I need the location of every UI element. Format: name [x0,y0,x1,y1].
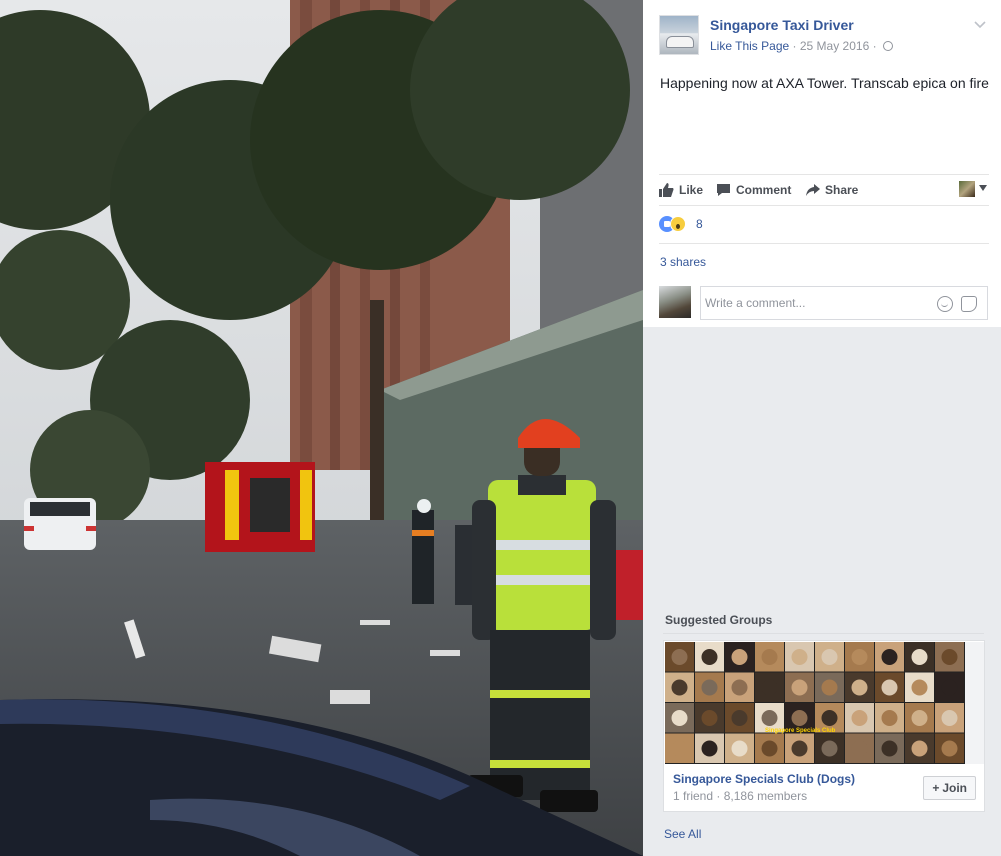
share-button[interactable]: Share [805,183,858,197]
see-all-link[interactable]: See All [664,827,701,841]
like-button[interactable]: Like [659,183,703,197]
comment-icon [717,184,730,196]
facebook-photo-viewer: Singapore Taxi Driver Like This Page · 2… [0,0,1001,856]
comment-button[interactable]: Comment [716,183,791,197]
post-text: Happening now at AXA Tower. Transcab epi… [660,75,989,91]
user-avatar[interactable] [659,286,691,318]
post-meta: Like This Page · 25 May 2016 · [710,39,893,53]
right-panel: Singapore Taxi Driver Like This Page · 2… [643,0,1001,856]
divider [663,633,984,634]
group-cover-photo[interactable]: Singapore Specials Club [665,642,965,764]
post-as-selector[interactable] [959,181,987,197]
smiley-icon[interactable] [937,296,953,312]
chevron-down-icon[interactable] [973,19,987,33]
fire-truck-scene-image [0,0,643,856]
suggested-groups-title: Suggested Groups [665,613,773,627]
viewer-avatar [959,181,975,197]
dog-collage-image [665,642,964,763]
group-meta: 1 friend · 8,186 members [673,789,807,803]
share-icon [806,184,820,196]
plus-icon: + [932,781,940,795]
shares-link[interactable]: 3 shares [660,255,706,269]
comment-box[interactable] [700,286,988,320]
caret-down-icon [979,185,987,191]
group-members: 8,186 members [723,789,808,803]
group-name-link[interactable]: Singapore Specials Club (Dogs) [673,772,855,786]
comment-composer [659,286,989,320]
like-this-page-link[interactable]: Like This Page [710,39,789,53]
page-avatar[interactable] [659,15,699,55]
group-meta-separator: · [716,789,721,803]
group-cover-caption: Singapore Specials Club [765,728,836,734]
taxi-image [666,36,694,48]
post-photo[interactable] [0,0,643,856]
post-date[interactable]: 25 May 2016 [800,39,869,53]
reactions-summary[interactable]: 8 [659,212,989,244]
globe-icon[interactable] [882,41,893,51]
post-card: Singapore Taxi Driver Like This Page · 2… [643,0,1001,327]
join-label: Join [942,781,967,795]
sticker-icon[interactable] [961,296,977,312]
post-header: Singapore Taxi Driver Like This Page · 2… [659,15,989,55]
suggested-group-card: Singapore Specials Club Singapore Specia… [663,640,985,812]
post-actions-bar: Like Comment Share [659,174,989,206]
cover-edge [965,642,984,764]
meta-separator-2: · [872,39,877,53]
group-friends: 1 friend [673,789,714,803]
wow-reaction-icon [670,216,686,232]
meta-separator: · [792,39,797,53]
reaction-count[interactable]: 8 [696,217,703,231]
page-name-link[interactable]: Singapore Taxi Driver [710,17,854,33]
comment-label: Comment [736,183,792,197]
like-label: Like [679,183,704,197]
join-group-button[interactable]: + Join [923,776,976,800]
comment-input[interactable] [705,293,925,313]
share-label: Share [825,183,859,197]
thumbs-up-icon [659,183,674,197]
